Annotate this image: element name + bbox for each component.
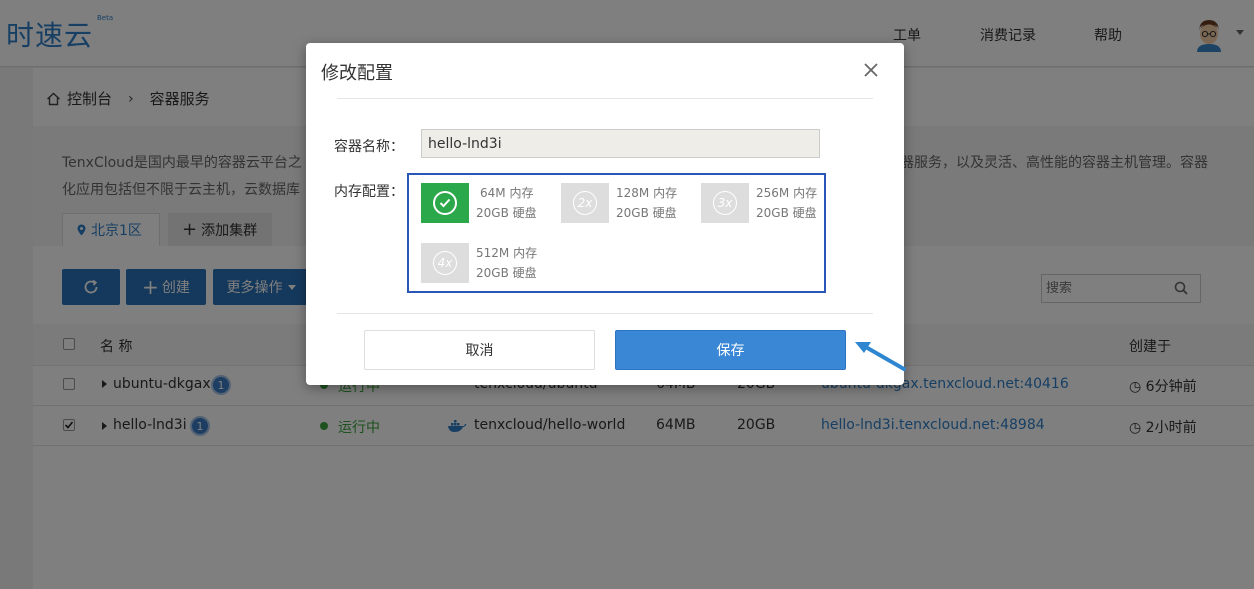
dialog-title: 修改配置 bbox=[321, 63, 393, 84]
option-disk: 20GB 硬盘 bbox=[756, 206, 817, 220]
multiplier-4x-icon: 4x bbox=[421, 243, 469, 283]
memory-config-label: 内存配置： bbox=[334, 184, 404, 200]
container-name-label: 容器名称： bbox=[334, 139, 404, 155]
option-memory: 128M 内存 bbox=[616, 186, 678, 200]
cancel-button[interactable]: 取消 bbox=[364, 330, 595, 370]
memory-option-256m[interactable]: 3x 256M 内存 20GB 硬盘 bbox=[701, 183, 817, 223]
option-memory: 256M 内存 bbox=[756, 186, 818, 200]
option-memory: 64M 内存 bbox=[480, 186, 534, 200]
container-name-input[interactable] bbox=[421, 129, 820, 158]
multiplier-2x-icon: 2x bbox=[561, 183, 609, 223]
dialog-footer-divider bbox=[337, 313, 873, 314]
close-icon[interactable] bbox=[862, 61, 880, 79]
option-disk: 20GB 硬盘 bbox=[616, 206, 677, 220]
memory-option-64m[interactable]: 64M 内存 20GB 硬盘 bbox=[421, 183, 537, 223]
option-memory: 512M 内存 bbox=[476, 246, 538, 260]
option-disk: 20GB 硬盘 bbox=[476, 266, 537, 280]
option-disk: 20GB 硬盘 bbox=[476, 206, 537, 220]
memory-option-512m[interactable]: 4x 512M 内存 20GB 硬盘 bbox=[421, 243, 537, 283]
multiplier-3x-icon: 3x bbox=[701, 183, 749, 223]
pointer-arrow-icon bbox=[855, 342, 906, 371]
selected-check-icon bbox=[421, 183, 469, 223]
memory-option-128m[interactable]: 2x 128M 内存 20GB 硬盘 bbox=[561, 183, 677, 223]
dialog-header-divider bbox=[337, 98, 873, 99]
save-button[interactable]: 保存 bbox=[615, 330, 846, 370]
memory-options-box: 64M 内存 20GB 硬盘 2x 128M 内存 20GB 硬盘 3x 256… bbox=[407, 173, 826, 293]
edit-config-dialog: 修改配置 容器名称： 内存配置： 64M 内存 20GB 硬盘 2x 128M … bbox=[306, 43, 904, 385]
